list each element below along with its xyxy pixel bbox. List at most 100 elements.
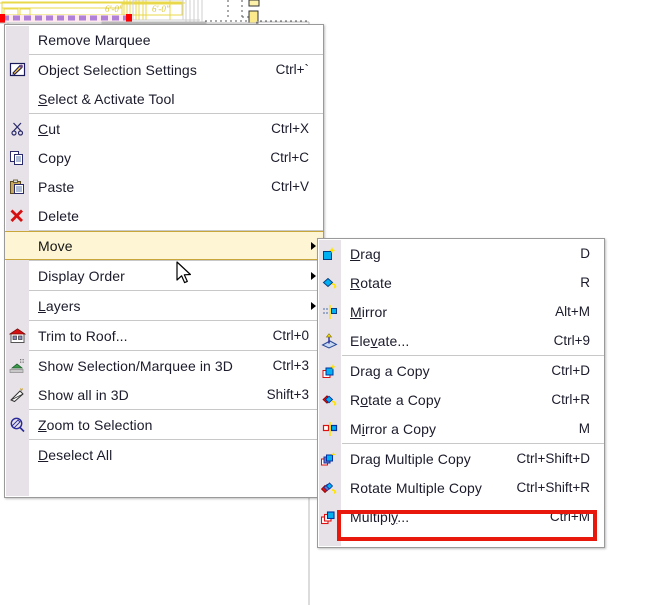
menu-item-display-order[interactable]: Display Order — [5, 261, 323, 290]
menu-item-accel: Ctrl+3 — [272, 358, 309, 373]
menu-item-accel: Ctrl+X — [271, 121, 309, 136]
menu-item-cut[interactable]: Cut Ctrl+X — [5, 114, 323, 143]
submenu-item-elevate[interactable]: Elevate... Ctrl+9 — [318, 326, 604, 355]
zoom-to-selection-icon — [5, 410, 29, 439]
submenu-item-multiply[interactable]: Multiply... Ctrl+M — [318, 502, 604, 531]
blank-icon — [5, 25, 29, 54]
submenu-item-accel: Ctrl+D — [551, 363, 590, 378]
rotate-multiple-copy-icon — [318, 473, 341, 502]
menu-item-show-selection-in-3d[interactable]: Show Selection/Marquee in 3D Ctrl+3 — [5, 351, 323, 380]
submenu-item-label: Rotate — [350, 274, 392, 291]
submenu-item-label: Mirror — [350, 303, 388, 320]
menu-item-select-activate-tool[interactable]: Select & Activate Tool — [5, 84, 323, 113]
delete-x-icon — [5, 201, 29, 230]
svg-text:6'-0": 6'-0" — [152, 4, 170, 14]
menu-item-label: Cut — [38, 120, 61, 137]
submenu-item-rotate-a-copy[interactable]: Rotate a Copy Ctrl+R — [318, 385, 604, 414]
submenu-item-accel: R — [580, 275, 590, 290]
submenu-item-mirror[interactable]: Mirror Alt+M — [318, 297, 604, 326]
menu-item-label: Zoom to Selection — [38, 416, 153, 433]
menu-item-label: Display Order — [38, 267, 125, 284]
svg-text:6'-0": 6'-0" — [105, 4, 123, 14]
trim-to-roof-icon — [5, 321, 29, 350]
menu-item-zoom-to-selection[interactable]: Zoom to Selection — [5, 410, 323, 439]
menu-item-label: Layers — [38, 297, 81, 314]
menu-item-show-all-in-3d[interactable]: Show all in 3D Shift+3 — [5, 380, 323, 409]
menu-item-label: Object Selection Settings — [38, 61, 197, 78]
submenu-item-label: Drag a Copy — [350, 362, 430, 379]
menu-item-copy[interactable]: Copy Ctrl+C — [5, 143, 323, 172]
menu-item-accel: Shift+3 — [266, 387, 309, 402]
context-menu-list: Remove Marquee Object Selection Settings… — [5, 25, 323, 469]
submenu-item-label: Drag Multiple Copy — [350, 450, 471, 467]
menu-item-move[interactable]: Move — [5, 231, 323, 260]
submenu-item-accel: Alt+M — [555, 304, 590, 319]
rotate-copy-icon — [318, 385, 341, 414]
menu-item-label: Deselect All — [38, 446, 113, 463]
paste-icon — [5, 172, 29, 201]
submenu-item-label: Rotate a Copy — [350, 391, 441, 408]
submenu-item-label: Rotate Multiple Copy — [350, 479, 482, 496]
mouse-pointer — [176, 261, 191, 284]
submenu-item-accel: Ctrl+R — [551, 392, 590, 407]
screen: 6'-0" 6'-0" Remove Marquee Object Select… — [0, 0, 656, 605]
submenu-item-accel: M — [578, 421, 590, 436]
blank-icon — [5, 261, 29, 290]
submenu-item-label: Mirror a Copy — [350, 420, 437, 437]
menu-item-label: Show Selection/Marquee in 3D — [38, 357, 234, 374]
menu-item-accel: Ctrl+` — [275, 62, 309, 77]
menu-item-remove-marquee[interactable]: Remove Marquee — [5, 25, 323, 54]
submenu-item-accel: Ctrl+Shift+R — [516, 480, 590, 495]
menu-item-accel: Ctrl+0 — [272, 328, 309, 343]
show-all-3d-icon — [5, 380, 29, 409]
submenu-item-label: Elevate... — [350, 332, 410, 349]
menu-item-label: Delete — [38, 207, 80, 224]
submenu-item-accel: Ctrl+9 — [553, 333, 590, 348]
drag-copy-icon — [318, 356, 341, 385]
mirror-copy-icon — [318, 414, 341, 443]
menu-item-label: Copy — [38, 149, 72, 166]
menu-item-label: Trim to Roof... — [38, 327, 128, 344]
submenu-item-rotate[interactable]: Rotate R — [318, 268, 604, 297]
mirror-icon — [318, 297, 341, 326]
submenu-item-label: Multiply... — [350, 508, 410, 525]
submenu-item-rotate-multiple-copy[interactable]: Rotate Multiple Copy Ctrl+Shift+R — [318, 473, 604, 502]
menu-item-accel: Ctrl+C — [270, 150, 309, 165]
submenu-item-drag-a-copy[interactable]: Drag a Copy Ctrl+D — [318, 356, 604, 385]
menu-item-label: Paste — [38, 178, 75, 195]
elevate-icon — [318, 326, 341, 355]
submenu-item-drag[interactable]: Drag D — [318, 239, 604, 268]
object-selection-settings-icon — [5, 55, 29, 84]
multiply-icon — [318, 502, 341, 531]
menu-item-trim-to-roof[interactable]: Trim to Roof... Ctrl+0 — [5, 321, 323, 350]
submenu-item-accel: Ctrl+M — [549, 509, 590, 524]
submenu-arrow-icon — [311, 271, 316, 280]
menu-item-label: Show all in 3D — [38, 386, 129, 403]
menu-item-delete[interactable]: Delete — [5, 201, 323, 230]
drag-multiple-copy-icon — [318, 444, 341, 473]
move-submenu[interactable]: Drag D Rotate R Mirror Alt+M Elevate... … — [317, 238, 605, 548]
submenu-item-drag-multiple-copy[interactable]: Drag Multiple Copy Ctrl+Shift+D — [318, 444, 604, 473]
menu-item-label: Remove Marquee — [38, 31, 151, 48]
submenu-item-accel: Ctrl+Shift+D — [516, 451, 590, 466]
blank-icon — [5, 291, 29, 320]
menu-item-layers[interactable]: Layers — [5, 291, 323, 320]
submenu-item-label: Drag — [350, 245, 381, 262]
menu-item-paste[interactable]: Paste Ctrl+V — [5, 172, 323, 201]
menu-item-object-selection-settings[interactable]: Object Selection Settings Ctrl+` — [5, 55, 323, 84]
copy-icon — [5, 143, 29, 172]
drag-icon — [318, 239, 341, 268]
menu-item-accel: Ctrl+V — [271, 179, 309, 194]
submenu-arrow-icon — [311, 241, 316, 250]
scissors-icon — [5, 114, 29, 143]
menu-item-deselect-all[interactable]: Deselect All — [5, 440, 323, 469]
selection-context-menu[interactable]: Remove Marquee Object Selection Settings… — [4, 24, 324, 498]
move-submenu-list: Drag D Rotate R Mirror Alt+M Elevate... … — [318, 239, 604, 531]
blank-icon — [5, 231, 29, 260]
menu-item-label: Select & Activate Tool — [38, 90, 175, 107]
blank-icon — [5, 440, 29, 469]
blank-icon — [5, 84, 29, 113]
submenu-arrow-icon — [311, 301, 316, 310]
submenu-item-accel: D — [580, 246, 590, 261]
submenu-item-mirror-a-copy[interactable]: Mirror a Copy M — [318, 414, 604, 443]
